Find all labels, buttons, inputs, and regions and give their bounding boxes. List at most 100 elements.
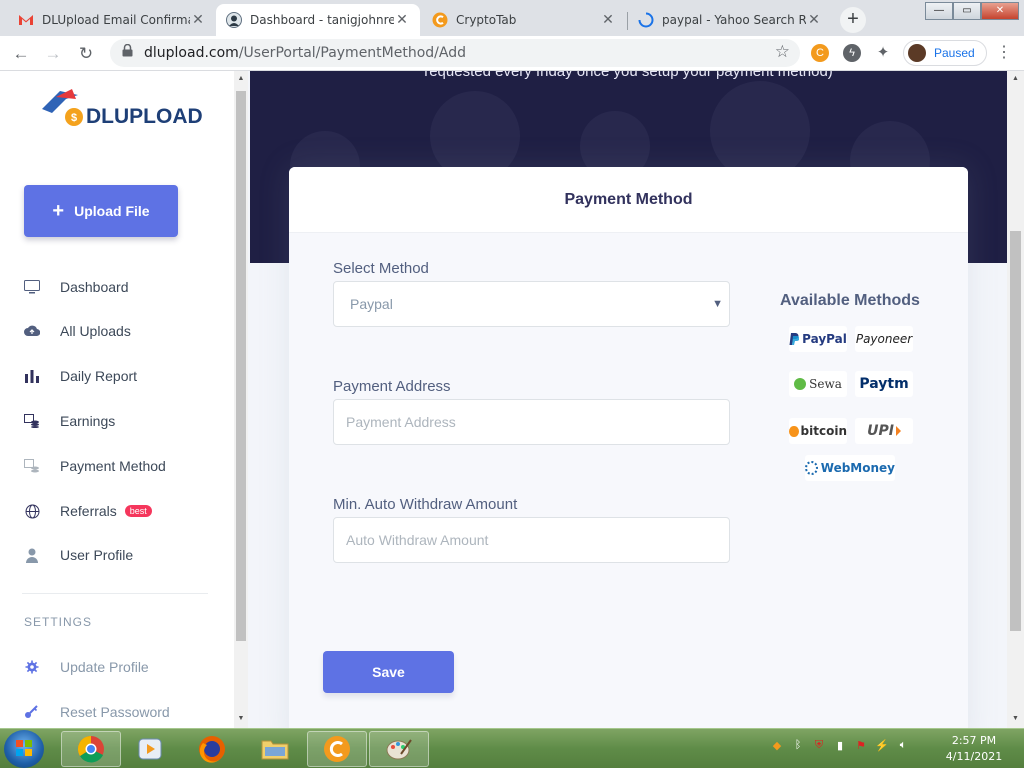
esewa-name: Sewa xyxy=(809,377,842,391)
tab-dashboard[interactable]: Dashboard - tanigjohnrelly ✕ xyxy=(216,4,420,36)
sidebar-item-all-uploads[interactable]: All Uploads xyxy=(22,319,131,343)
user-icon xyxy=(22,546,42,564)
media-player-icon xyxy=(138,738,162,760)
esewa-logo: Sewa xyxy=(789,371,847,397)
taskbar-cryptotab[interactable] xyxy=(307,731,367,767)
logo-mark-icon: $ xyxy=(42,89,83,126)
sidebar-divider xyxy=(22,593,208,594)
start-button[interactable] xyxy=(4,730,44,768)
tab-dlupload-email[interactable]: DLUpload Email Confirmat ✕ xyxy=(8,4,216,36)
bitcoin-name: bitcoin xyxy=(800,424,847,438)
sidebar-item-label: Dashboard xyxy=(60,279,129,295)
esewa-icon xyxy=(794,378,807,390)
card-title: Payment Method xyxy=(289,167,968,233)
key-icon xyxy=(22,703,42,721)
taskbar-chrome[interactable] xyxy=(61,731,121,767)
svg-text:$: $ xyxy=(71,112,77,124)
close-window-button[interactable]: ✕ xyxy=(981,2,1019,20)
address-bar[interactable]: dlupload.com/UserPortal/PaymentMethod/Ad… xyxy=(110,39,800,67)
sidebar-item-label: Update Profile xyxy=(60,659,149,675)
browser-menu-icon[interactable]: ⋮ xyxy=(994,42,1014,62)
cryptotab-icon xyxy=(432,12,448,28)
bolt-extension-icon[interactable]: ϟ xyxy=(843,44,861,62)
coins-icon xyxy=(22,412,42,430)
taskbar-media-player[interactable] xyxy=(120,731,180,767)
min-withdraw-input[interactable]: Auto Withdraw Amount xyxy=(333,517,730,563)
sidebar-item-daily-report[interactable]: Daily Report xyxy=(22,364,137,388)
sidebar-item-dashboard[interactable]: Dashboard xyxy=(22,275,129,299)
webmoney-icon xyxy=(805,461,818,475)
system-clock[interactable]: 2:57 PM 4/11/2021 xyxy=(944,733,1004,765)
power-icon[interactable]: ⚡ xyxy=(875,739,889,755)
tab-close-icon[interactable]: ✕ xyxy=(394,12,410,28)
scroll-up-arrow-icon[interactable]: ▲ xyxy=(1010,75,1021,82)
page-scrollbar[interactable]: ▲ ▼ xyxy=(1007,71,1024,728)
sidebar-item-label: Reset Passoword xyxy=(60,704,170,720)
taskbar-file-explorer[interactable] xyxy=(245,731,305,767)
puzzle-extensions-icon[interactable]: ✦ xyxy=(874,44,892,62)
payment-address-input[interactable]: Payment Address xyxy=(333,399,730,445)
clock-time: 2:57 PM xyxy=(951,734,997,747)
payoneer-name: Payoneer xyxy=(855,332,913,346)
sidebar-item-earnings[interactable]: Earnings xyxy=(22,409,115,433)
profile-button[interactable]: Paused xyxy=(903,40,987,66)
sidebar-scrollbar[interactable]: ▲ ▼ xyxy=(234,71,248,728)
avast-tray-icon[interactable]: ◆ xyxy=(770,739,784,755)
sidebar-item-label: Earnings xyxy=(60,413,116,429)
sidebar-item-user-profile[interactable]: User Profile xyxy=(22,543,133,567)
sidebar-item-label: User Profile xyxy=(60,547,134,563)
bitcoin-icon xyxy=(789,425,799,437)
tab-close-icon[interactable]: ✕ xyxy=(600,12,616,28)
profile-status: Paused xyxy=(934,46,975,60)
tab-close-icon[interactable]: ✕ xyxy=(190,12,206,28)
network-signal-icon[interactable]: ▮ xyxy=(833,739,847,755)
tab-cryptotab[interactable]: CryptoTab ✕ xyxy=(422,4,626,36)
sidebar-item-update-profile[interactable]: Update Profile xyxy=(22,655,149,679)
windows-taskbar: ◆ ᛒ ⛨ ▮ ⚑ ⚡ 🔈︎ 2:57 PM 4/11/2021 xyxy=(0,728,1024,768)
tab-title: CryptoTab xyxy=(456,13,517,27)
sidebar-item-payment-method[interactable]: Payment Method xyxy=(22,454,166,478)
windows-logo-icon xyxy=(16,740,32,756)
profile-avatar xyxy=(908,44,926,62)
scroll-up-arrow-icon[interactable]: ▲ xyxy=(236,75,246,82)
volume-icon[interactable]: 🔈︎ xyxy=(896,739,910,755)
back-icon[interactable]: ← xyxy=(8,41,34,67)
paint-icon xyxy=(386,739,412,760)
taskbar-paint[interactable] xyxy=(369,731,429,767)
sidebar-item-referrals[interactable]: Referrals best xyxy=(22,499,152,523)
url-text: dlupload.com/UserPortal/PaymentMethod/Ad… xyxy=(144,45,466,61)
tab-yahoo-search[interactable]: paypal - Yahoo Search Res ✕ xyxy=(628,4,832,36)
select-method-dropdown[interactable]: Paypal ▼ xyxy=(333,281,730,327)
taskbar-firefox[interactable] xyxy=(182,731,242,767)
shield-icon[interactable]: ⛨ xyxy=(812,739,826,755)
scroll-down-arrow-icon[interactable]: ▼ xyxy=(1010,715,1021,722)
minimize-button[interactable]: — xyxy=(925,2,953,20)
scrollbar-thumb[interactable] xyxy=(236,91,246,641)
bar-chart-icon xyxy=(22,367,42,385)
clock-date: 4/11/2021 xyxy=(945,750,1003,763)
monitor-icon xyxy=(22,278,42,296)
scroll-down-arrow-icon[interactable]: ▼ xyxy=(236,715,246,722)
tab-title: Dashboard - tanigjohnrelly xyxy=(250,13,394,27)
tab-title: paypal - Yahoo Search Res xyxy=(662,13,806,27)
payment-method-card: Payment Method Select Method Paypal ▼ Pa… xyxy=(289,167,968,728)
save-button[interactable]: Save xyxy=(323,651,454,693)
upload-file-button[interactable]: + Upload File xyxy=(24,185,178,237)
tab-close-icon[interactable]: ✕ xyxy=(806,12,822,28)
scrollbar-thumb[interactable] xyxy=(1010,231,1021,631)
banner-coin xyxy=(710,81,810,181)
new-tab-button[interactable]: + xyxy=(840,7,866,33)
bookmark-star-icon[interactable]: ☆ xyxy=(775,42,790,62)
upi-logo: UPI xyxy=(855,418,913,444)
reload-icon[interactable]: ↻ xyxy=(73,41,99,67)
cryptotab-extension-icon[interactable]: C xyxy=(811,44,829,62)
dlupload-logo[interactable]: $ DLUPLOAD xyxy=(38,87,208,137)
forward-icon[interactable]: → xyxy=(40,41,66,67)
sidebar-item-label: Daily Report xyxy=(60,368,138,384)
action-center-flag-icon[interactable]: ⚑ xyxy=(854,739,868,755)
bluetooth-icon[interactable]: ᛒ xyxy=(791,739,805,755)
webmoney-name: WebMoney xyxy=(820,461,895,475)
sidebar-item-reset-password[interactable]: Reset Passoword xyxy=(22,700,170,724)
chrome-icon xyxy=(77,735,104,763)
maximize-button[interactable]: ▭ xyxy=(953,2,981,20)
